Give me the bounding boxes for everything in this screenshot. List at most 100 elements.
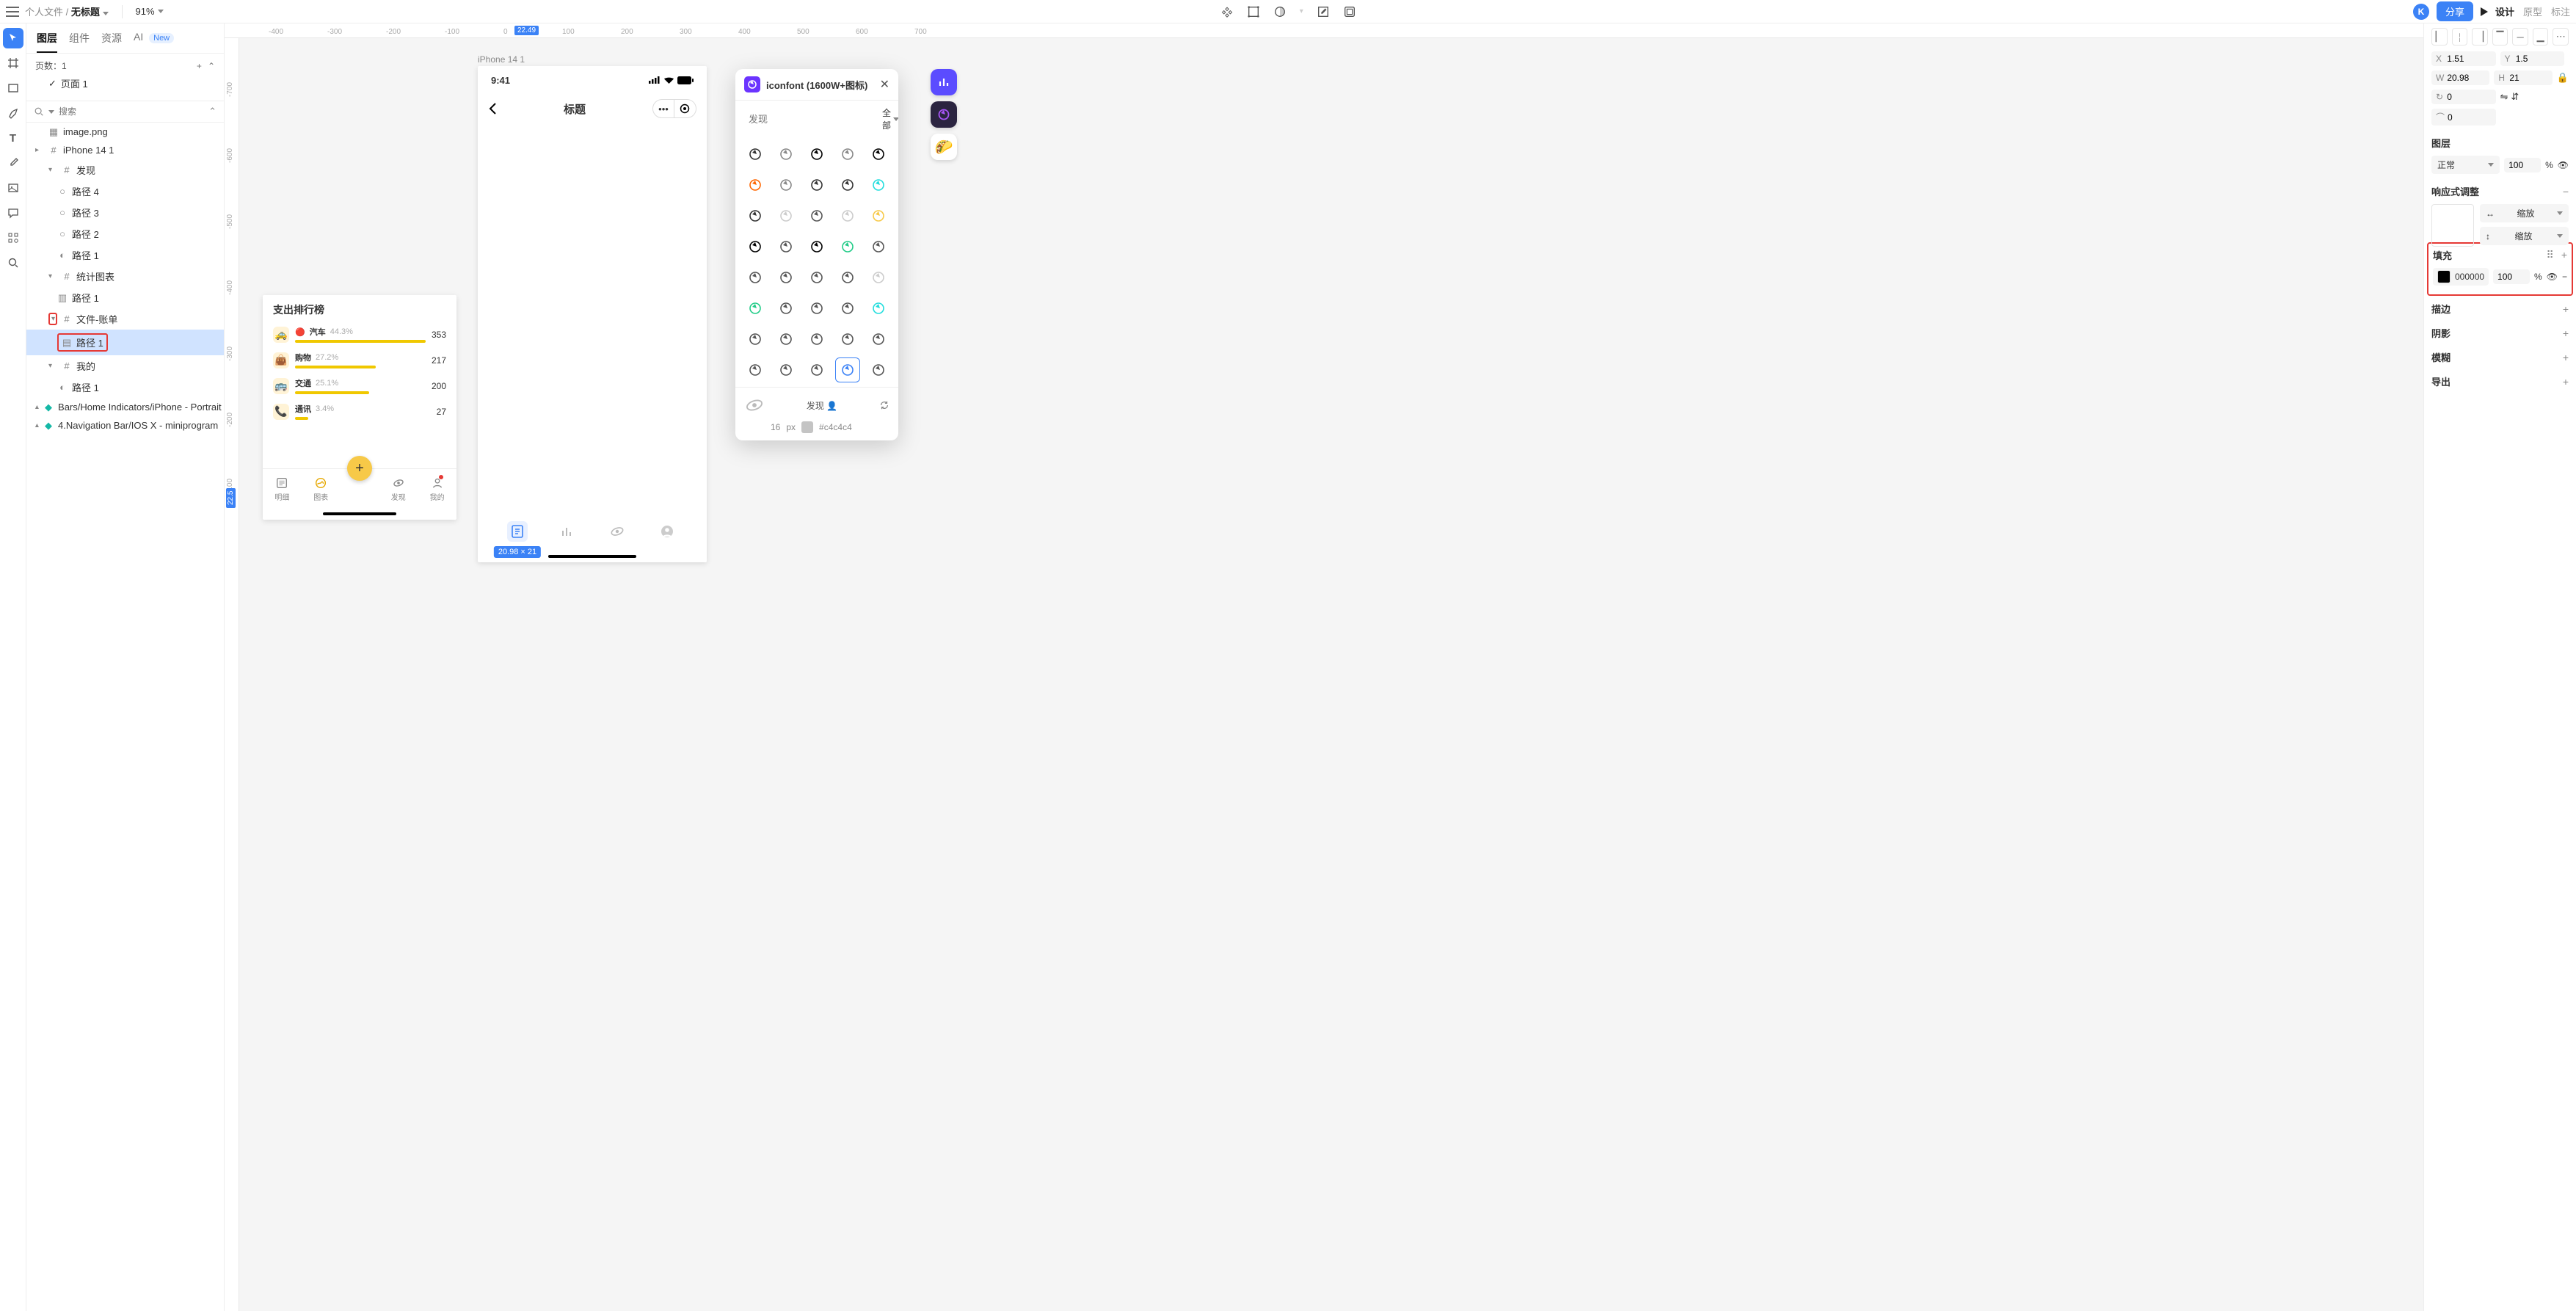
icon-cell[interactable] [835, 296, 860, 321]
capsule-more-icon[interactable]: ••• [652, 99, 674, 118]
back-icon[interactable] [488, 102, 497, 115]
icon-cell[interactable] [866, 327, 891, 352]
layer-path2[interactable]: ○路径 2 [26, 223, 224, 244]
icon-cell[interactable] [774, 172, 798, 197]
align-left-icon[interactable]: ▏ [2431, 28, 2448, 46]
add-shadow-icon[interactable]: + [2563, 327, 2569, 339]
fill-opacity-input[interactable] [2497, 272, 2525, 282]
icon-cell[interactable] [804, 265, 829, 290]
icon-cell[interactable] [866, 172, 891, 197]
icon-cell[interactable] [743, 357, 768, 382]
icon-cell[interactable] [774, 142, 798, 167]
flip-h-icon[interactable]: ⇋ [2500, 91, 2508, 103]
pen-tool[interactable] [3, 103, 23, 123]
app-taco-icon[interactable]: 🌮 [931, 134, 957, 160]
lock-icon[interactable]: 🔒 [2557, 72, 2569, 84]
icon-cell[interactable] [774, 265, 798, 290]
x-input[interactable] [2447, 54, 2491, 64]
fill-visibility-icon[interactable]: 👁 [2547, 272, 2558, 282]
layer-path4[interactable]: ○路径 4 [26, 181, 224, 202]
v-constraint-select[interactable]: ↕缩放 [2480, 227, 2569, 245]
blend-mode-select[interactable]: 正常 [2431, 156, 2500, 174]
user-avatar[interactable]: K [2413, 4, 2429, 20]
icon-cell[interactable] [774, 327, 798, 352]
edit-icon[interactable] [1317, 5, 1330, 18]
icon-cell[interactable] [866, 296, 891, 321]
y-input[interactable] [2516, 54, 2560, 64]
artboard-label[interactable]: iPhone 14 1 [478, 54, 525, 65]
icon-cell[interactable] [866, 357, 891, 382]
icon-cell[interactable] [743, 265, 768, 290]
select-tool[interactable] [3, 28, 23, 48]
plugin-tool[interactable] [3, 228, 23, 248]
lp-tab-assets[interactable]: 资源 [101, 31, 122, 53]
radius-input[interactable] [2448, 112, 2491, 123]
caret-file-bill[interactable]: ▾ [48, 313, 57, 325]
icon-cell[interactable] [835, 327, 860, 352]
zoom-select[interactable]: 91% [136, 6, 164, 17]
w-input[interactable] [2447, 73, 2485, 83]
icon-cell[interactable] [866, 265, 891, 290]
constraint-box[interactable] [2431, 204, 2474, 247]
align-mid-icon[interactable]: ─ [2512, 28, 2528, 46]
lp-tab-components[interactable]: 组件 [69, 31, 90, 53]
tab-mine[interactable] [657, 521, 677, 542]
app-chart-icon[interactable] [931, 69, 957, 95]
icon-cell[interactable] [743, 142, 768, 167]
icon-cell[interactable] [774, 296, 798, 321]
breadcrumb[interactable]: 个人文件 / 无标题 [25, 4, 109, 18]
icon-cell[interactable] [743, 296, 768, 321]
fill-swatch[interactable] [2437, 270, 2451, 283]
frame-tool-icon[interactable] [1247, 5, 1260, 18]
plugin-close-icon[interactable]: ✕ [880, 77, 889, 92]
icon-cell[interactable] [743, 203, 768, 228]
collapse-pages-icon[interactable]: ⌃ [208, 61, 215, 71]
remove-fill-icon[interactable]: − [2562, 272, 2567, 282]
add-blur-icon[interactable]: + [2563, 352, 2569, 363]
comment-tool[interactable] [3, 203, 23, 223]
tab-prototype[interactable]: 原型 [2523, 4, 2542, 18]
canvas[interactable]: -400-300 -200-100 0100 200300 400500 600… [225, 23, 2423, 1311]
mask-icon[interactable] [1273, 5, 1287, 18]
component-icon[interactable] [1220, 5, 1234, 18]
app-compass-icon[interactable] [931, 101, 957, 128]
layer-navbar[interactable]: ▸◆4.Navigation Bar/IOS X - miniprogram [26, 416, 224, 435]
layer-iphone14[interactable]: ▸#iPhone 14 1 [26, 141, 224, 159]
layer-file-bill-p1[interactable]: ▤路径 1 [26, 330, 224, 355]
icon-color[interactable]: #c4c4c4 [819, 422, 852, 432]
icon-cell[interactable] [835, 357, 860, 382]
layout-icon[interactable] [1343, 5, 1356, 18]
icon-cell[interactable] [804, 234, 829, 259]
layer-search-input[interactable] [59, 106, 204, 117]
collapse-icon[interactable]: − [2563, 186, 2569, 197]
menu-icon[interactable] [6, 7, 19, 17]
nav-discover[interactable]: 发现 [391, 476, 406, 502]
icon-cell[interactable] [866, 142, 891, 167]
icon-cell[interactable] [743, 234, 768, 259]
image-tool[interactable] [3, 178, 23, 198]
icon-size[interactable]: 16 [771, 422, 780, 432]
tab-file-bill[interactable]: 20.98 × 21 [507, 521, 528, 542]
fill-hex[interactable]: 000000 [2455, 272, 2484, 282]
fab-add[interactable]: + [347, 456, 372, 481]
icon-cell[interactable] [835, 142, 860, 167]
layer-file-bill[interactable]: ▾ #文件-账单 [26, 308, 224, 330]
frame-tool[interactable] [3, 53, 23, 73]
flip-v-icon[interactable]: ⇵ [2511, 91, 2519, 103]
add-stroke-icon[interactable]: + [2563, 303, 2569, 315]
align-right-icon[interactable]: ▕ [2472, 28, 2488, 46]
add-fill-icon[interactable]: + [2561, 249, 2567, 261]
h-input[interactable] [2509, 73, 2548, 83]
layer-opacity-input[interactable] [2508, 160, 2536, 170]
layer-stats-p1[interactable]: ▥路径 1 [26, 287, 224, 308]
layer-path3[interactable]: ○路径 3 [26, 202, 224, 223]
icon-cell[interactable] [804, 172, 829, 197]
add-page-icon[interactable]: + [197, 61, 202, 71]
tab-stats[interactable] [557, 521, 578, 542]
icon-cell[interactable] [835, 203, 860, 228]
lp-tab-layers[interactable]: 图层 [37, 31, 57, 53]
align-center-icon[interactable]: ￤ [2452, 28, 2468, 46]
icon-cell[interactable] [774, 357, 798, 382]
lp-tab-ai[interactable]: AI New [134, 31, 174, 53]
tab-annotate[interactable]: 标注 [2551, 4, 2570, 18]
